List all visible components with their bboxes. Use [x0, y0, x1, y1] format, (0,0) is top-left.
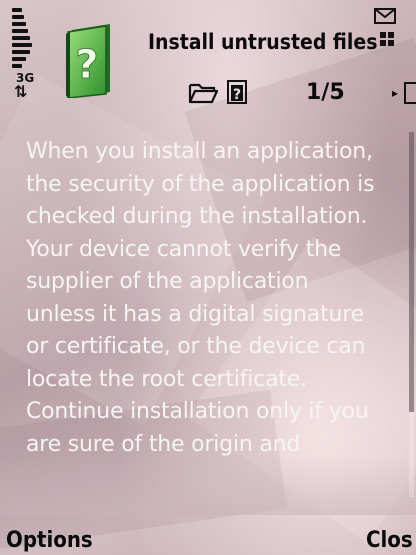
page-title: Install untrusted files — [148, 30, 378, 54]
message-icon — [374, 8, 396, 24]
svg-text:?: ? — [75, 42, 98, 88]
softkey-bar: Options Clos — [0, 509, 416, 555]
data-transfer-icon: ⇅ — [14, 82, 28, 101]
page-counter: 1/5 — [306, 80, 345, 105]
close-softkey[interactable]: Clos — [366, 528, 413, 553]
folder-open-icon[interactable] — [188, 82, 218, 104]
question-mark-box-icon: ? — [66, 24, 110, 98]
next-document-icon — [404, 82, 416, 104]
menu-grid-icon — [380, 32, 394, 46]
next-page-arrow-icon[interactable]: ▸ — [392, 86, 398, 100]
options-softkey[interactable]: Options — [6, 528, 93, 553]
warning-message-text: When you install an application, the sec… — [26, 139, 375, 457]
scrollbar-thumb[interactable] — [409, 132, 414, 412]
document-question-icon[interactable]: ? — [226, 79, 250, 105]
svg-text:?: ? — [233, 87, 241, 103]
